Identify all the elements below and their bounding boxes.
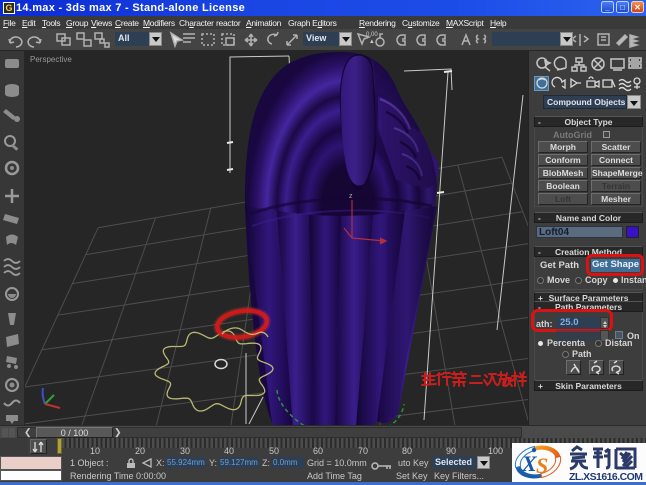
- svg-text:ZL.XS1616.COM: ZL.XS1616.COM: [569, 471, 643, 482]
- svg-text:S: S: [536, 453, 548, 478]
- svg-text:z: z: [349, 193, 353, 200]
- svg-text:G: G: [5, 3, 12, 13]
- svg-text:Perspective: Perspective: [30, 55, 72, 64]
